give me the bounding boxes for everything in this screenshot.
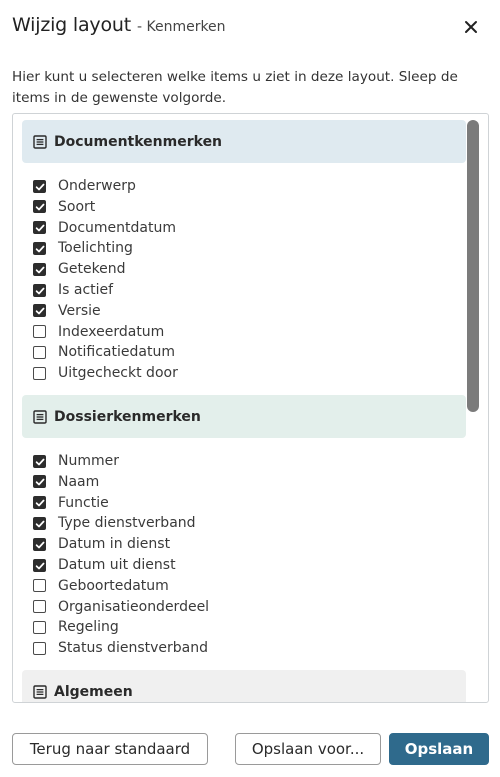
checkmark-icon bbox=[35, 307, 45, 315]
checkbox-checked[interactable] bbox=[33, 262, 46, 276]
attribute-label: Versie bbox=[58, 302, 101, 319]
checkmark-icon bbox=[35, 287, 45, 294]
attribute-label: Indexeerdatum bbox=[58, 323, 165, 340]
attributes-list-panel[interactable]: Documentkenmerken Onderwerp Soort Documentd… bbox=[12, 113, 489, 703]
checkmark-icon bbox=[35, 183, 45, 190]
attribute-item[interactable]: Organisatieonderdeel bbox=[33, 597, 209, 617]
attribute-label: Organisatieonderdeel bbox=[58, 598, 210, 615]
list-icon bbox=[33, 134, 47, 149]
attribute-item[interactable]: Notificatiedatum bbox=[33, 342, 175, 362]
attribute-label: Is actief bbox=[58, 282, 114, 298]
attributes-list[interactable]: Documentkenmerken Onderwerp Soort Documentd… bbox=[13, 114, 488, 702]
attribute-item[interactable]: Datum uit dienst bbox=[33, 555, 176, 575]
save-as-button[interactable]: Opslaan voor... bbox=[235, 733, 381, 765]
checkmark-icon bbox=[35, 266, 45, 274]
checkmark-icon bbox=[35, 458, 45, 465]
checkbox-checked[interactable] bbox=[33, 221, 46, 235]
attribute-label: Onderwerp bbox=[58, 178, 136, 194]
section-header[interactable]: Algemeen bbox=[22, 670, 466, 702]
checkbox-unchecked[interactable] bbox=[33, 641, 46, 655]
close-button[interactable] bbox=[460, 16, 482, 38]
attribute-label: Documentdatum bbox=[58, 219, 176, 236]
checkbox-checked[interactable] bbox=[33, 475, 46, 489]
attribute-item[interactable]: Uitgecheckt door bbox=[33, 363, 178, 383]
checkbox-checked[interactable] bbox=[33, 558, 46, 572]
checkbox-unchecked[interactable] bbox=[33, 620, 46, 634]
attribute-item[interactable]: Indexeerdatum bbox=[33, 322, 164, 342]
checkmark-icon bbox=[35, 245, 45, 253]
scrollbar[interactable] bbox=[467, 120, 479, 698]
checkbox-checked[interactable] bbox=[33, 496, 46, 510]
section-title: Dossierkenmerken bbox=[54, 408, 201, 425]
dialog-title: Wijzig layout bbox=[12, 14, 131, 36]
checkbox-checked[interactable] bbox=[33, 241, 46, 255]
dialog-header: Wijzig layout - Kenmerken bbox=[12, 14, 486, 40]
dialog-subtitle: - Kenmerken bbox=[136, 19, 226, 35]
attribute-item[interactable]: Type dienstverband bbox=[33, 513, 196, 533]
checkbox-checked[interactable] bbox=[33, 179, 46, 193]
checkmark-icon bbox=[35, 520, 45, 528]
attribute-item[interactable]: Getekend bbox=[33, 259, 126, 279]
attribute-label: Functie bbox=[58, 494, 109, 511]
checkmark-icon bbox=[35, 203, 45, 211]
checkmark-icon bbox=[35, 478, 45, 486]
attribute-item[interactable]: Onderwerp bbox=[33, 176, 136, 196]
attribute-label: Geboortedatum bbox=[58, 577, 169, 594]
section-title: Algemeen bbox=[54, 683, 133, 700]
dialog-description: Hier kunt u selecteren welke items u zie… bbox=[12, 69, 458, 106]
list-icon bbox=[33, 409, 47, 424]
attribute-label: Uitgecheckt door bbox=[58, 365, 178, 382]
attribute-item[interactable]: Naam bbox=[33, 472, 99, 492]
checkbox-checked[interactable] bbox=[33, 304, 46, 318]
attribute-label: Toelichting bbox=[58, 240, 133, 257]
attribute-label: Status dienstverband bbox=[58, 640, 208, 657]
attribute-item[interactable]: Datum in dienst bbox=[33, 534, 170, 554]
attribute-item[interactable]: Documentdatum bbox=[33, 218, 176, 238]
attribute-label: Type dienstverband bbox=[58, 515, 196, 532]
attribute-label: Notificatiedatum bbox=[58, 344, 175, 361]
attribute-item[interactable]: Functie bbox=[33, 493, 109, 513]
attribute-label: Naam bbox=[58, 473, 100, 490]
checkbox-unchecked[interactable] bbox=[33, 600, 46, 614]
checkmark-icon bbox=[35, 224, 45, 232]
checkmark-icon bbox=[35, 499, 45, 507]
attribute-label: Datum uit dienst bbox=[58, 557, 176, 573]
attribute-item[interactable]: Is actief bbox=[33, 280, 113, 300]
attribute-item[interactable]: Toelichting bbox=[33, 238, 133, 258]
checkbox-checked[interactable] bbox=[33, 454, 46, 468]
section-header[interactable]: Documentkenmerken bbox=[22, 120, 466, 163]
attribute-item[interactable]: Versie bbox=[33, 301, 101, 321]
attribute-item[interactable]: Status dienstverband bbox=[33, 638, 208, 658]
section-header[interactable]: Dossierkenmerken bbox=[22, 395, 466, 438]
attribute-label: Soort bbox=[58, 198, 96, 215]
attribute-label: Regeling bbox=[58, 619, 119, 636]
checkbox-checked[interactable] bbox=[33, 200, 46, 214]
checkmark-icon bbox=[35, 562, 45, 569]
checkbox-checked[interactable] bbox=[33, 516, 46, 530]
checkmark-icon bbox=[35, 541, 45, 549]
attribute-item[interactable]: Nummer bbox=[33, 451, 119, 471]
attribute-item[interactable]: Soort bbox=[33, 197, 95, 217]
checkbox-unchecked[interactable] bbox=[33, 345, 46, 359]
section-title: Documentkenmerken bbox=[54, 133, 223, 150]
attribute-label: Getekend bbox=[58, 261, 126, 278]
checkbox-unchecked[interactable] bbox=[33, 366, 46, 380]
scrollbar-thumb[interactable] bbox=[467, 120, 479, 412]
attribute-item[interactable]: Geboortedatum bbox=[33, 576, 169, 596]
save-button[interactable]: Opslaan bbox=[389, 733, 489, 765]
checkbox-checked[interactable] bbox=[33, 537, 46, 551]
attribute-label: Datum in dienst bbox=[58, 536, 171, 553]
close-icon bbox=[465, 21, 477, 33]
attribute-item[interactable]: Regeling bbox=[33, 617, 119, 637]
checkbox-checked[interactable] bbox=[33, 283, 46, 297]
checkbox-unchecked[interactable] bbox=[33, 579, 46, 593]
attribute-label: Nummer bbox=[58, 453, 119, 469]
checkbox-unchecked[interactable] bbox=[33, 325, 46, 339]
list-icon bbox=[33, 684, 47, 699]
edit-layout-dialog: Wijzig layout - Kenmerken Hier kunt u se… bbox=[0, 0, 500, 777]
reset-to-default-button[interactable]: Terug naar standaard bbox=[12, 733, 208, 765]
